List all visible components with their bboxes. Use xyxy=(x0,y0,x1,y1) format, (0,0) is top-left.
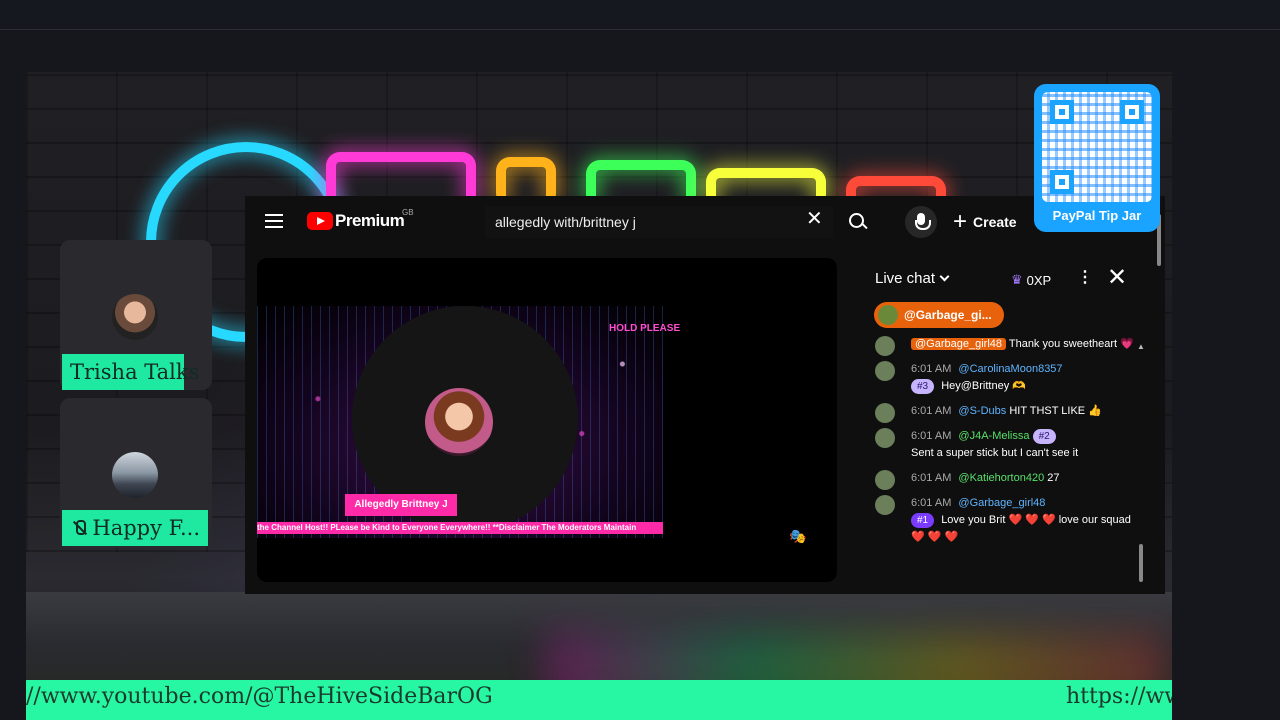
chat-messages: @Garbage_girl48 Thank you sweetheart 💗 6… xyxy=(871,336,1141,590)
chat-text: Hey@Brittney 🫶 xyxy=(941,380,1026,392)
chat-avatar xyxy=(875,428,895,448)
pinned-author-chip[interactable]: @Garbage_gi... xyxy=(874,302,1004,328)
guest-name-label: Happy F... xyxy=(62,510,208,546)
voice-search-icon[interactable] xyxy=(905,206,937,238)
guest-cam-trisha: Trisha Talks xyxy=(60,240,212,390)
screen: Trisha Talks Happy F... Premium GB alleg… xyxy=(0,0,1280,720)
guest-avatar xyxy=(112,452,158,498)
chat-message: 6:01 AM @CarolinaMoon8357 #3 Hey@Brittne… xyxy=(871,361,1141,395)
chat-avatar xyxy=(875,470,895,490)
xp-badge[interactable]: ♛ 0XP xyxy=(1011,272,1051,288)
host-name-tag: Allegedly Brittney J xyxy=(345,494,457,516)
clear-search-icon[interactable]: ✕ xyxy=(806,209,824,229)
xp-value: 0XP xyxy=(1026,272,1052,288)
paypal-label: PayPal Tip Jar xyxy=(1052,208,1142,223)
guest-name-text: Happy F... xyxy=(92,516,200,540)
live-chat-title: Live chat xyxy=(875,270,936,287)
chat-time: 6:01 AM xyxy=(911,363,952,375)
paypal-tip-jar: PayPal Tip Jar xyxy=(1034,84,1160,232)
youtube-brand[interactable]: Premium xyxy=(335,211,405,231)
menu-icon[interactable] xyxy=(265,214,283,228)
chat-author[interactable]: @CarolinaMoon8357 xyxy=(958,363,1062,375)
qr-corner xyxy=(1050,170,1074,194)
stream-ticker: the Channel Host!! PLease be Kind to Eve… xyxy=(257,522,663,534)
chat-message: 6:01 AM @Katiehorton420 27 xyxy=(871,470,1141,490)
chat-time: 6:01 AM xyxy=(911,497,952,509)
create-label: Create xyxy=(973,214,1017,230)
chat-rank-badge: #3 xyxy=(911,379,935,394)
chat-text: Sent a super stick but I can't see it xyxy=(911,447,1079,459)
chat-rank-badge: #2 xyxy=(1032,429,1056,444)
chat-time: 6:01 AM xyxy=(911,405,952,417)
chevron-down-icon xyxy=(939,271,950,282)
crown-icon: ♛ xyxy=(1011,272,1023,287)
more-options-icon[interactable]: ⋮ xyxy=(1077,270,1093,286)
chat-text: Love you Brit ❤️ ❤️ ❤️ love our squad ❤️… xyxy=(911,514,1131,543)
plus-icon: + xyxy=(953,208,968,235)
chat-author[interactable]: @Katiehorton420 xyxy=(958,472,1044,484)
youtube-header: Premium GB allegedly with/brittney j ✕ +… xyxy=(245,196,1165,248)
youtube-window: Premium GB allegedly with/brittney j ✕ +… xyxy=(245,196,1165,594)
host-avatar xyxy=(425,388,493,456)
chat-text: HIT THST LIKE 👍 xyxy=(1009,405,1102,417)
chat-avatar xyxy=(875,403,895,423)
chat-rank-badge: #1 xyxy=(911,513,935,528)
create-button[interactable]: + Create xyxy=(953,206,1017,238)
masks-icon: 🎭 xyxy=(789,528,807,544)
channel-url-repeat: https://ww xyxy=(1066,684,1172,709)
chat-message: @Garbage_girl48 Thank you sweetheart 💗 xyxy=(871,336,1141,356)
chat-message: 6:01 AM @Garbage_girl48 #1 Love you Brit… xyxy=(871,495,1141,546)
chat-time: 6:01 AM xyxy=(911,430,952,442)
search-input[interactable]: allegedly with/brittney j xyxy=(485,206,833,238)
chat-message: 6:01 AM @S-Dubs HIT THST LIKE 👍 xyxy=(871,403,1141,423)
guest-avatar xyxy=(112,294,158,340)
guest-name-label: Trisha Talks xyxy=(62,354,199,390)
qr-corner xyxy=(1050,100,1074,124)
live-chat-dropdown[interactable]: Live chat xyxy=(875,270,950,287)
chat-author[interactable]: @J4A-Melissa xyxy=(958,430,1029,442)
hold-please-sign: HOLD PLEASE xyxy=(609,323,681,334)
youtube-logo-icon[interactable] xyxy=(307,212,333,230)
top-bar xyxy=(0,0,1280,30)
qr-code-icon xyxy=(1042,92,1152,202)
chat-scrollbar[interactable] xyxy=(1139,544,1143,582)
close-icon[interactable]: ✕ xyxy=(1107,266,1127,290)
search-value: allegedly with/brittney j xyxy=(495,214,636,230)
chat-avatar xyxy=(875,495,895,515)
mic-off-icon xyxy=(70,519,87,537)
search-icon[interactable] xyxy=(843,208,871,236)
guest-cam-happy: Happy F... xyxy=(60,398,212,548)
live-chat-panel: Live chat ♛ 0XP ⋮ ✕ @Garbage_gi... ▲ @Ga… xyxy=(855,258,1155,594)
chat-message: 6:01 AM @J4A-Melissa #2 Sent a super sti… xyxy=(871,428,1141,462)
video-player[interactable]: HOLD PLEASE Allegedly Brittney J the Cha… xyxy=(257,258,837,582)
chat-author[interactable]: @S-Dubs xyxy=(958,405,1006,417)
chat-avatar xyxy=(875,336,895,356)
region-code: GB xyxy=(402,208,414,217)
chat-time: 6:01 AM xyxy=(911,472,952,484)
chat-text: Thank you sweetheart 💗 xyxy=(1008,338,1134,350)
chat-author[interactable]: @Garbage_girl48 xyxy=(958,497,1045,509)
qr-corner xyxy=(1120,100,1144,124)
chat-text: 27 xyxy=(1047,472,1060,484)
channel-url-banner: //www.youtube.com/@TheHiveSideBarOG http… xyxy=(26,680,1172,720)
chat-author[interactable]: @Garbage_girl48 xyxy=(911,338,1006,350)
channel-url: //www.youtube.com/@TheHiveSideBarOG xyxy=(26,684,493,709)
chat-avatar xyxy=(875,361,895,381)
